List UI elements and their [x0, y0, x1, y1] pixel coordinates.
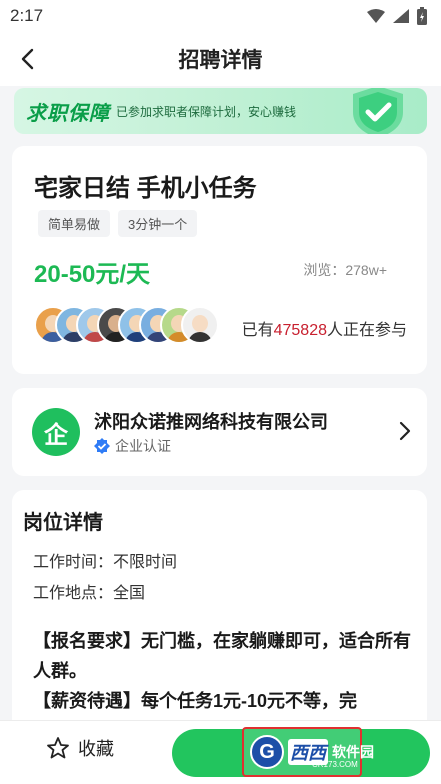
job-tags: 简单易做 3分钟一个 [38, 210, 198, 237]
participant-avatars [34, 306, 219, 344]
requirement-text: 【报名要求】无门槛，在家躺赚即可，适合所有人群。 [33, 631, 411, 681]
salary: 20-50元/天 [34, 261, 151, 288]
avatar [181, 306, 219, 344]
company-card[interactable]: 企 沭阳众诺推网络科技有限公司 企业认证 [12, 388, 427, 476]
participants-count: 已有475828人正在参与 [242, 316, 407, 340]
status-time: 2:17 [10, 6, 44, 25]
battery-icon [417, 7, 427, 25]
company-name: 沭阳众诺推网络科技有限公司 [94, 412, 328, 432]
details-body: 【报名要求】无门槛，在家躺赚即可，适合所有人群。 【薪资待遇】每个任务1元-10… [33, 626, 413, 716]
company-verification: 企业认证 [94, 436, 171, 456]
salary-text: 【薪资待遇】每个任务1元-10元不等，完 [33, 691, 358, 711]
participants-suffix: 人正在参与 [326, 322, 407, 339]
signal-icon [393, 9, 409, 23]
banner-subtitle: 已参加求职者保障计划，安心赚钱 [116, 104, 297, 119]
chevron-right-icon [399, 421, 411, 441]
watermark-logo-icon: G [250, 735, 284, 769]
status-icons [367, 7, 427, 25]
participants-number: 475828 [273, 322, 327, 339]
status-bar: 2:17 [0, 0, 441, 32]
header: 招聘详情 [0, 32, 441, 86]
watermark-url: CR173.COM [312, 760, 358, 769]
work-place: 工作地点：全国 [33, 585, 146, 602]
back-button[interactable] [12, 44, 42, 74]
wifi-icon [367, 9, 385, 23]
view-count: 浏览：278w+ [303, 260, 387, 280]
participants-prefix: 已有 [241, 322, 274, 339]
details-title: 岗位详情 [23, 512, 103, 534]
views-label: 浏览： [303, 262, 346, 278]
job-card: 宅家日结 手机小任务 简单易做 3分钟一个 20-50元/天 浏览：278w+ … [12, 146, 427, 374]
verified-badge-icon [94, 438, 110, 454]
work-time: 工作时间：不限时间 [33, 554, 178, 571]
shield-check-icon [353, 88, 403, 134]
back-arrow-icon [21, 48, 34, 70]
job-tag: 3分钟一个 [118, 210, 198, 237]
verify-label: 企业认证 [115, 438, 171, 454]
page-title: 招聘详情 [178, 49, 263, 72]
bottom-bar: 收藏 [0, 720, 441, 784]
company-logo: 企 [32, 408, 80, 456]
views-value: 278w+ [345, 262, 387, 278]
job-tag: 简单易做 [38, 210, 111, 237]
star-icon [47, 737, 69, 759]
banner-title: 求职保障 [26, 102, 110, 125]
favorite-button[interactable]: 收藏 [46, 735, 114, 761]
guarantee-banner[interactable]: 求职保障 已参加求职者保障计划，安心赚钱 [14, 88, 427, 134]
job-title: 宅家日结 手机小任务 [34, 175, 257, 202]
watermark-brand: 软件园 [332, 744, 374, 760]
favorite-label: 收藏 [78, 739, 114, 759]
